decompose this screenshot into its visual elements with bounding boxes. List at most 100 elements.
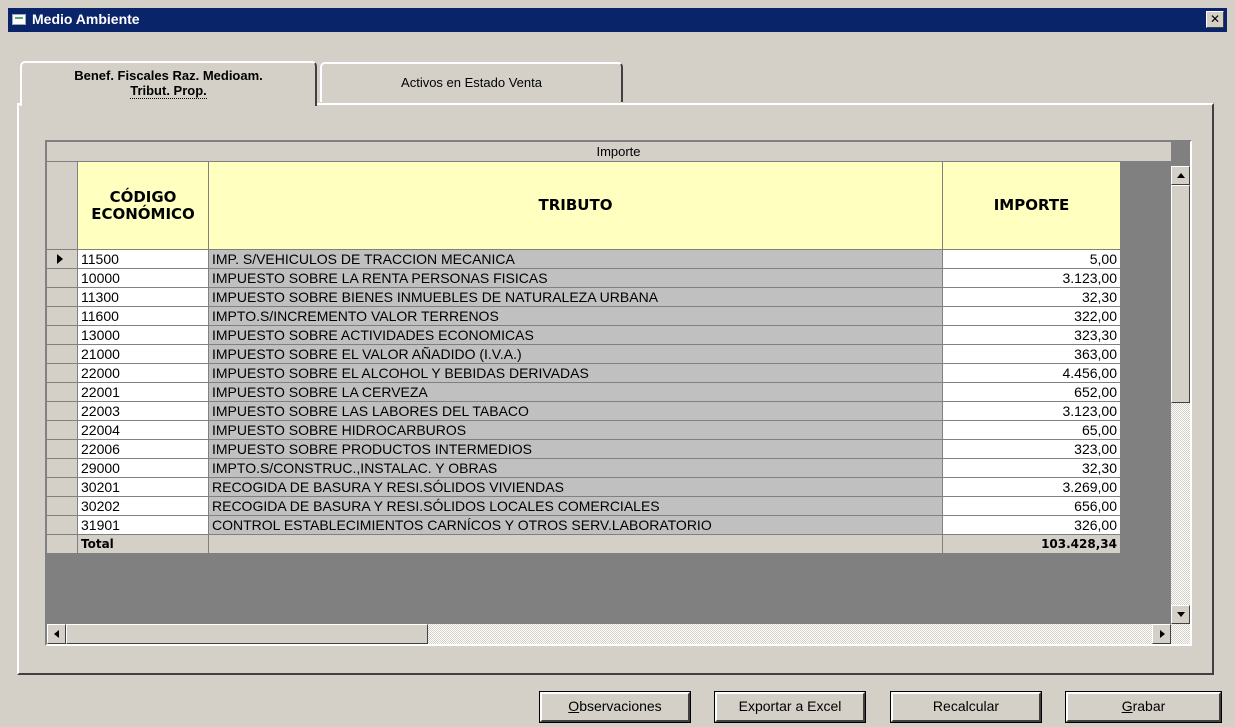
row-selector[interactable]	[47, 459, 78, 478]
table-row[interactable]: 11600 IMPTO.S/INCREMENTO VALOR TERRENOS 32…	[47, 307, 1190, 326]
cell-tributo[interactable]: IMPUESTO SOBRE EL ALCOHOL Y BEBIDAS DERI…	[209, 364, 943, 383]
cell-codigo[interactable]: 13000	[78, 326, 209, 345]
cell-importe[interactable]: 65,00	[943, 421, 1121, 440]
cell-importe[interactable]: 322,00	[943, 307, 1121, 326]
arrow-left-icon	[54, 630, 59, 638]
table-row[interactable]: 22000 IMPUESTO SOBRE EL ALCOHOL Y BEBIDAS…	[47, 364, 1190, 383]
row-selector[interactable]	[47, 250, 78, 269]
row-selector[interactable]	[47, 440, 78, 459]
cell-importe[interactable]: 326,00	[943, 516, 1121, 535]
close-icon[interactable]: ✕	[1206, 11, 1224, 28]
table-row[interactable]: 22003 IMPUESTO SOBRE LAS LABORES DEL TABA…	[47, 402, 1190, 421]
table-row[interactable]: 30201 RECOGIDA DE BASURA Y RESI.SÓLIDOS V…	[47, 478, 1190, 497]
cell-codigo[interactable]: 22003	[78, 402, 209, 421]
cell-importe[interactable]: 363,00	[943, 345, 1121, 364]
scroll-down-button[interactable]	[1171, 605, 1190, 624]
row-selector[interactable]	[47, 383, 78, 402]
cell-codigo[interactable]: 30201	[78, 478, 209, 497]
cell-tributo[interactable]: IMPTO.S/CONSTRUC.,INSTALAC. Y OBRAS	[209, 459, 943, 478]
row-selector[interactable]	[47, 269, 78, 288]
tab-activos-estado-venta[interactable]: Activos en Estado Venta	[320, 62, 623, 102]
window-title-bar[interactable]: Medio Ambiente ✕	[8, 8, 1227, 32]
cell-codigo[interactable]: 30202	[78, 497, 209, 516]
cell-tributo[interactable]: IMP. S/VEHICULOS DE TRACCION MECANICA	[209, 250, 943, 269]
table-row[interactable]: 11500 IMP. S/VEHICULOS DE TRACCION MECANI…	[47, 250, 1190, 269]
horizontal-scrollbar[interactable]	[47, 624, 1190, 644]
cell-tributo[interactable]: IMPUESTO SOBRE LA CERVEZA	[209, 383, 943, 402]
column-header-tributo[interactable]: TRIBUTO	[209, 162, 943, 250]
cell-codigo[interactable]: 31901	[78, 516, 209, 535]
row-selector[interactable]	[47, 478, 78, 497]
total-label: Total	[78, 535, 209, 554]
cell-codigo[interactable]: 11300	[78, 288, 209, 307]
cell-importe[interactable]: 3.123,00	[943, 402, 1121, 421]
row-selector[interactable]	[47, 421, 78, 440]
cell-codigo[interactable]: 22006	[78, 440, 209, 459]
cell-importe[interactable]: 323,30	[943, 326, 1121, 345]
row-selector[interactable]	[47, 288, 78, 307]
cell-importe[interactable]: 32,30	[943, 288, 1121, 307]
cell-codigo[interactable]: 11600	[78, 307, 209, 326]
recalcular-button[interactable]: Recalcular	[890, 691, 1042, 723]
table-row[interactable]: 10000 IMPUESTO SOBRE LA RENTA PERSONAS FI…	[47, 269, 1190, 288]
table-row[interactable]: 21000 IMPUESTO SOBRE EL VALOR AÑADIDO (I.…	[47, 345, 1190, 364]
cell-tributo[interactable]: IMPUESTO SOBRE ACTIVIDADES ECONOMICAS	[209, 326, 943, 345]
cell-tributo[interactable]: IMPUESTO SOBRE EL VALOR AÑADIDO (I.V.A.)	[209, 345, 943, 364]
row-selector[interactable]	[47, 326, 78, 345]
cell-tributo[interactable]: IMPUESTO SOBRE HIDROCARBUROS	[209, 421, 943, 440]
cell-tributo[interactable]: RECOGIDA DE BASURA Y RESI.SÓLIDOS LOCALE…	[209, 497, 943, 516]
column-header-importe[interactable]: IMPORTE	[943, 162, 1121, 250]
horizontal-scroll-thumb[interactable]	[66, 624, 428, 644]
table-row[interactable]: 11300 IMPUESTO SOBRE BIENES INMUEBLES DE …	[47, 288, 1190, 307]
scroll-right-button[interactable]	[1152, 624, 1171, 644]
row-selector[interactable]	[47, 345, 78, 364]
cell-codigo[interactable]: 10000	[78, 269, 209, 288]
table-row[interactable]: 29000 IMPTO.S/CONSTRUC.,INSTALAC. Y OBRAS…	[47, 459, 1190, 478]
table-row[interactable]: 22001 IMPUESTO SOBRE LA CERVEZA 652,00	[47, 383, 1190, 402]
table-row[interactable]: 30202 RECOGIDA DE BASURA Y RESI.SÓLIDOS L…	[47, 497, 1190, 516]
tab-benef-fiscales[interactable]: Benef. Fiscales Raz. Medioam. Tribut. Pr…	[20, 61, 317, 106]
vertical-scrollbar[interactable]	[1171, 166, 1190, 624]
column-header-codigo[interactable]: CÓDIGO ECONÓMICO	[78, 162, 209, 250]
cell-tributo[interactable]: CONTROL ESTABLECIMIENTOS CARNÍCOS Y OTRO…	[209, 516, 943, 535]
observaciones-button[interactable]: Observaciones	[539, 691, 691, 723]
row-selector[interactable]	[47, 402, 78, 421]
table-row[interactable]: 31901 CONTROL ESTABLECIMIENTOS CARNÍCOS Y…	[47, 516, 1190, 535]
cell-codigo[interactable]: 21000	[78, 345, 209, 364]
cell-tributo[interactable]: IMPTO.S/INCREMENTO VALOR TERRENOS	[209, 307, 943, 326]
cell-tributo[interactable]: IMPUESTO SOBRE PRODUCTOS INTERMEDIOS	[209, 440, 943, 459]
cell-tributo[interactable]: IMPUESTO SOBRE LA RENTA PERSONAS FISICAS	[209, 269, 943, 288]
data-grid[interactable]: Importe CÓDIGO ECONÓMICO TRIBUTO IMPORTE …	[45, 140, 1192, 646]
codigo-header-line1: CÓDIGO	[109, 187, 177, 206]
table-row[interactable]: 22006 IMPUESTO SOBRE PRODUCTOS INTERMEDIO…	[47, 440, 1190, 459]
cell-importe[interactable]: 5,00	[943, 250, 1121, 269]
cell-importe[interactable]: 3.269,00	[943, 478, 1121, 497]
cell-importe[interactable]: 652,00	[943, 383, 1121, 402]
codigo-header-line2: ECONÓMICO	[91, 204, 195, 223]
row-selector[interactable]	[47, 497, 78, 516]
row-selector[interactable]	[47, 364, 78, 383]
grabar-button[interactable]: Grabar	[1065, 691, 1222, 723]
cell-tributo[interactable]: IMPUESTO SOBRE LAS LABORES DEL TABACO	[209, 402, 943, 421]
cell-tributo[interactable]: RECOGIDA DE BASURA Y RESI.SÓLIDOS VIVIEN…	[209, 478, 943, 497]
cell-importe[interactable]: 4.456,00	[943, 364, 1121, 383]
cell-importe[interactable]: 3.123,00	[943, 269, 1121, 288]
cell-codigo[interactable]: 22000	[78, 364, 209, 383]
cell-tributo[interactable]: IMPUESTO SOBRE BIENES INMUEBLES DE NATUR…	[209, 288, 943, 307]
scroll-up-button[interactable]	[1171, 166, 1190, 185]
row-selector[interactable]	[47, 516, 78, 535]
scroll-left-button[interactable]	[47, 624, 66, 644]
vertical-scroll-thumb[interactable]	[1171, 185, 1190, 403]
cell-codigo[interactable]: 22004	[78, 421, 209, 440]
cell-importe[interactable]: 32,30	[943, 459, 1121, 478]
cell-codigo[interactable]: 11500	[78, 250, 209, 269]
observaciones-label: bservaciones	[579, 698, 662, 714]
cell-codigo[interactable]: 22001	[78, 383, 209, 402]
row-selector[interactable]	[47, 307, 78, 326]
cell-importe[interactable]: 323,00	[943, 440, 1121, 459]
exportar-excel-button[interactable]: Exportar a Excel	[714, 691, 866, 723]
table-row[interactable]: 13000 IMPUESTO SOBRE ACTIVIDADES ECONOMIC…	[47, 326, 1190, 345]
cell-importe[interactable]: 656,00	[943, 497, 1121, 516]
cell-codigo[interactable]: 29000	[78, 459, 209, 478]
table-row[interactable]: 22004 IMPUESTO SOBRE HIDROCARBUROS 65,00	[47, 421, 1190, 440]
